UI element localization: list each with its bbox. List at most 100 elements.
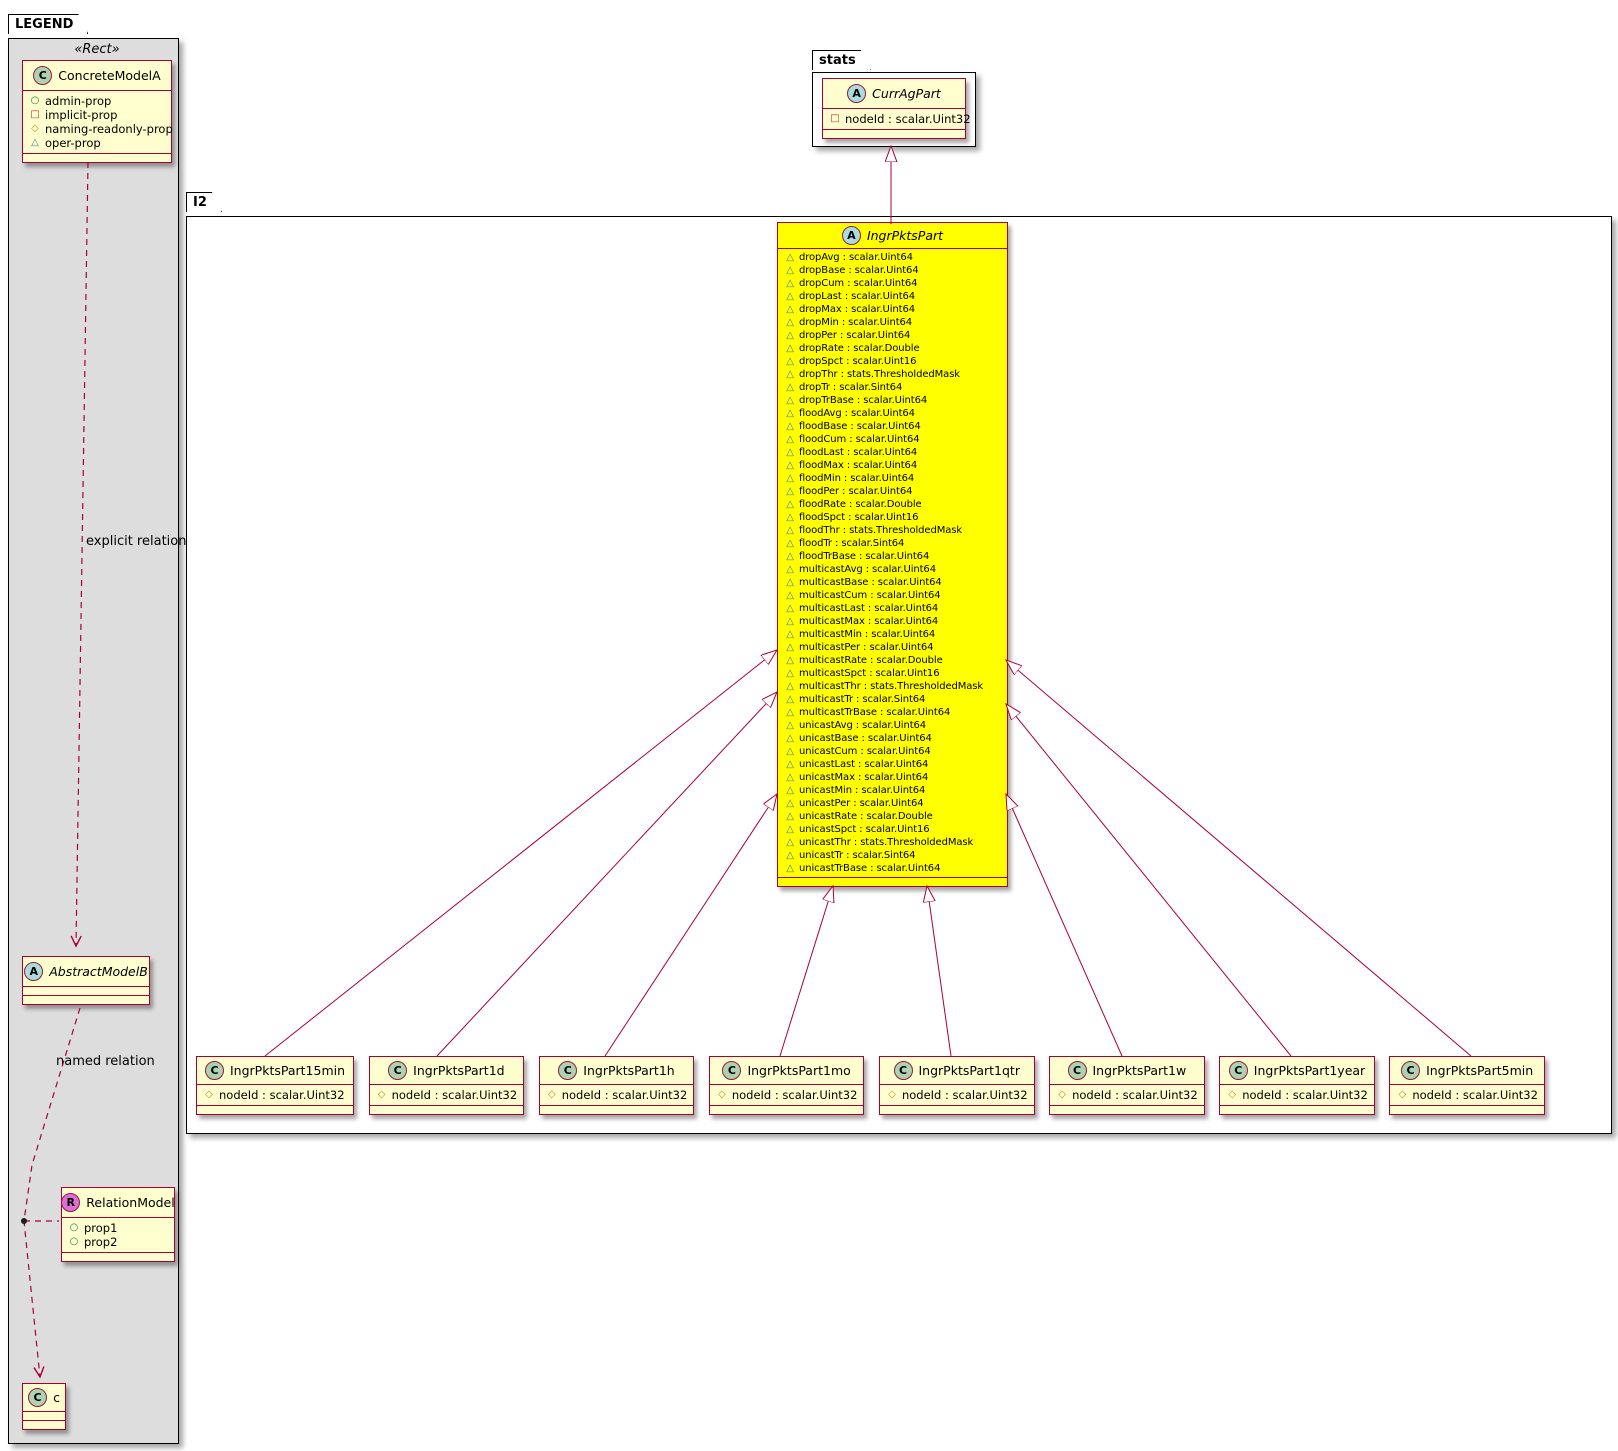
attribute-text: unicastThr : stats.ThresholdedMask [799,837,974,848]
triangle-visibility-icon: △ [786,719,794,731]
child-class-box: C IngrPktsPart1d ◇ nodeId : scalar.Uint3… [368,1056,525,1115]
abstract-spot-icon: A [841,226,861,245]
child-class-box: C IngrPktsPart1w ◇ nodeId : scalar.Uint3… [1049,1056,1205,1115]
legend-package-title: LEGEND [15,17,74,32]
attribute-text: dropMin : scalar.Uint64 [799,317,913,328]
attribute-text: nodeId : scalar.Uint32 [391,1088,518,1102]
attribute-row: △ floodRate : scalar.Double [778,498,1007,511]
abstract-spot-icon: A [847,84,867,103]
child-class-box: C IngrPktsPart1h ◇ nodeId : scalar.Uint3… [538,1056,695,1115]
diamond-visibility-icon: ◇ [377,1089,386,1100]
attribute-text: floodBase : scalar.Uint64 [799,421,921,432]
attribute-row: △ multicastLast : scalar.Uint64 [778,602,1007,615]
method-compartment [778,877,1007,886]
triangle-visibility-icon: △ [786,277,794,289]
method-compartment [62,1252,174,1261]
i2-package-tab: I2 [186,192,222,212]
class-spot-icon: C [33,66,53,85]
attribute-row: △ unicastAvg : scalar.Uint64 [778,719,1007,732]
attribute-text: dropMax : scalar.Uint64 [799,304,916,315]
method-compartment [1390,1105,1544,1114]
class-spot-icon: C [558,1061,578,1080]
method-compartment [369,1105,524,1114]
triangle-visibility-icon: △ [786,602,794,614]
attribute-text: nodeId : scalar.Uint32 [845,112,971,126]
attribute-row: △ floodLast : scalar.Uint64 [778,446,1007,459]
class-name: c [53,1390,60,1405]
class-spot-icon: C [893,1061,913,1080]
method-compartment [23,1420,65,1429]
triangle-visibility-icon: △ [786,303,794,315]
triangle-visibility-icon: △ [786,836,794,848]
attribute-row: ◇ nodeId : scalar.Uint32 [880,1088,1034,1102]
diamond-visibility-icon: ◇ [1398,1089,1407,1100]
attribute-text: multicastLast : scalar.Uint64 [799,603,939,614]
method-compartment [23,153,171,162]
attribute-row: ◇ nodeId : scalar.Uint32 [1220,1088,1374,1102]
attribute-text: nodeId : scalar.Uint32 [1072,1088,1198,1102]
attribute-text: dropTr : scalar.Sint64 [799,382,903,393]
attribute-row: △ unicastTrBase : scalar.Uint64 [778,862,1007,875]
attribute-text: dropTrBase : scalar.Uint64 [799,395,928,406]
diamond-visibility-icon: ◇ [1228,1089,1237,1100]
triangle-visibility-icon: △ [786,485,794,497]
triangle-visibility-icon: △ [786,797,794,809]
attribute-compartment: ◇ nodeId : scalar.Uint32 [1220,1084,1374,1105]
attribute-row: △ unicastSpct : scalar.Uint16 [778,823,1007,836]
attribute-text: unicastLast : scalar.Uint64 [799,759,929,770]
class-name: IngrPktsPart5min [1426,1063,1534,1078]
diamond-visibility-icon: ◇ [717,1089,726,1100]
class-spot-icon: C [388,1061,408,1080]
attribute-compartment: ○ prop1 ○ prop2 [62,1217,174,1252]
attribute-row: △ floodThr : stats.ThresholdedMask [778,524,1007,537]
attribute-text: nodeId : scalar.Uint32 [731,1088,858,1102]
circle-visibility-icon: ○ [69,1222,79,1233]
triangle-visibility-icon: △ [786,563,794,575]
triangle-visibility-icon: △ [786,316,794,328]
attribute-text: implicit-prop [45,108,118,122]
triangle-visibility-icon: △ [786,784,794,796]
class-relation-model: R RelationModel ○ prop1 ○ prop2 [61,1187,175,1262]
attribute-row: △ floodAvg : scalar.Uint64 [778,407,1007,420]
attribute-text: admin-prop [45,94,112,108]
attribute-row: △ multicastTr : scalar.Sint64 [778,693,1007,706]
triangle-visibility-icon: △ [786,550,794,562]
attribute-row: △ dropThr : stats.ThresholdedMask [778,368,1007,381]
attribute-text: dropLast : scalar.Uint64 [799,291,916,302]
attribute-compartment: ◇ nodeId : scalar.Uint32 [1050,1084,1204,1105]
i2-package-title: I2 [193,195,207,210]
attribute-text: dropAvg : scalar.Uint64 [799,252,913,263]
attribute-row: △ floodBase : scalar.Uint64 [778,420,1007,433]
child-class-box: C IngrPktsPart1qtr ◇ nodeId : scalar.Uin… [878,1056,1035,1115]
attribute-text: multicastSpct : scalar.Uint16 [799,668,940,679]
attribute-row: △ dropCum : scalar.Uint64 [778,277,1007,290]
attribute-row: △ unicastThr : stats.ThresholdedMask [778,836,1007,849]
triangle-visibility-icon: △ [786,381,794,393]
triangle-visibility-icon: △ [786,290,794,302]
class-name: RelationModel [86,1195,175,1210]
attribute-text: unicastBase : scalar.Uint64 [799,733,932,744]
attribute-text: unicastRate : scalar.Double [799,811,933,822]
class-spot-icon: C [28,1388,48,1407]
triangle-visibility-icon: △ [786,641,794,653]
class-name: IngrPktsPart1w [1092,1063,1187,1078]
attribute-row: △ unicastBase : scalar.Uint64 [778,732,1007,745]
attribute-text: unicastAvg : scalar.Uint64 [799,720,927,731]
attribute-text: floodTr : scalar.Sint64 [799,538,905,549]
triangle-visibility-icon: △ [786,498,794,510]
attribute-text: dropRate : scalar.Double [799,343,920,354]
stats-package-tab: stats [812,50,871,70]
triangle-visibility-icon: △ [786,407,794,419]
attribute-text: floodTrBase : scalar.Uint64 [799,551,930,562]
attribute-compartment: ○ admin-prop □ implicit-prop ◇ naming-re… [23,90,173,153]
attribute-row: △ multicastMax : scalar.Uint64 [778,615,1007,628]
diamond-visibility-icon: ◇ [205,1089,213,1100]
attribute-row: △ dropPer : scalar.Uint64 [778,329,1007,342]
diamond-visibility-icon: ◇ [547,1089,556,1100]
attribute-row: △ unicastLast : scalar.Uint64 [778,758,1007,771]
circle-visibility-icon: ○ [30,95,40,106]
attribute-row: △ unicastCum : scalar.Uint64 [778,745,1007,758]
attribute-row: △ multicastMin : scalar.Uint64 [778,628,1007,641]
attribute-row: △ multicastTrBase : scalar.Uint64 [778,706,1007,719]
method-compartment [23,995,149,1004]
